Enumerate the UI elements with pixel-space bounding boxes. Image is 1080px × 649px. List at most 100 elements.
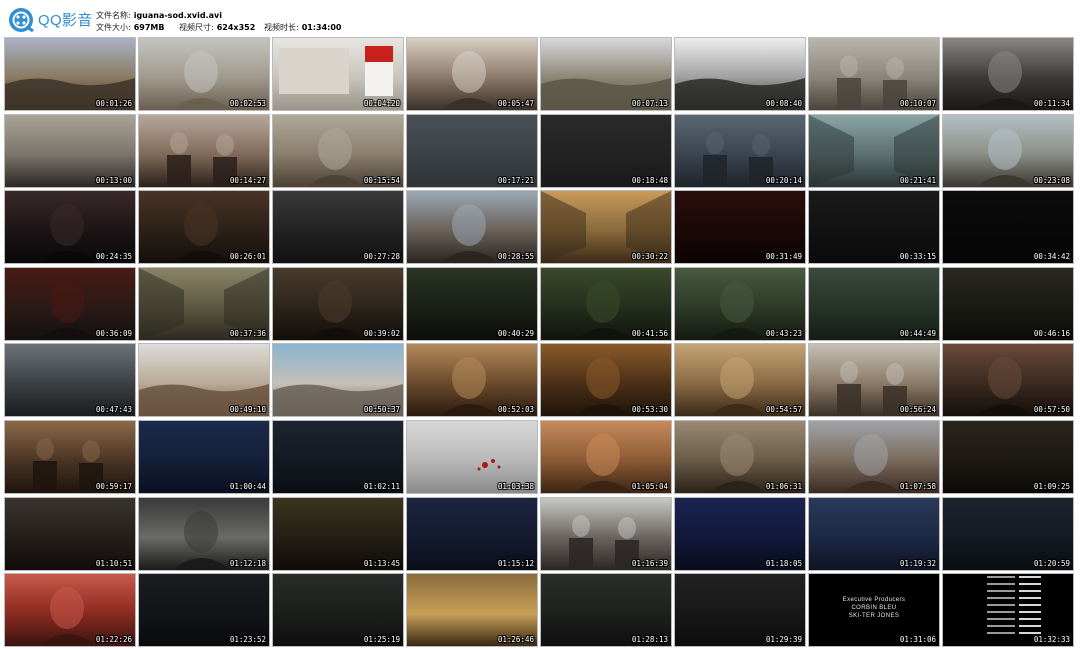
thumbnail-timestamp: 00:05:47: [497, 99, 534, 108]
thumbnail-grid: 00:01:26 00:02:53 00:04:20 00:05:47 00:0…: [5, 38, 1075, 646]
thumbnail-timestamp: 01:22:26: [95, 635, 132, 644]
thumbnail-timestamp: 00:17:21: [497, 176, 534, 185]
thumbnail-timestamp: 01:06:31: [765, 482, 802, 491]
thumbnail-timestamp: 00:28:55: [497, 252, 534, 261]
video-thumbnail: 00:04:20: [273, 38, 403, 110]
header: QQ影音 文件名称: iguana-sod.xvid.avi 文件大小: 697MB…: [0, 0, 1080, 36]
credits-line: [973, 625, 1063, 632]
video-thumbnail: 01:09:25: [943, 421, 1073, 493]
video-thumbnail: 00:14:27: [139, 115, 269, 187]
thumbnail-timestamp: 00:02:53: [229, 99, 266, 108]
file-size-info: 文件大小: 697MB: [96, 23, 165, 32]
thumbnail-timestamp: 01:32:33: [1033, 635, 1070, 644]
video-thumbnail: 00:59:17: [5, 421, 135, 493]
video-thumbnail: 00:28:55: [407, 191, 537, 263]
video-thumbnail: 01:20:59: [943, 498, 1073, 570]
video-thumbnail: 01:03:38: [407, 421, 537, 493]
credits-heading: Executive Producers: [842, 597, 906, 603]
video-thumbnail: 00:41:56: [541, 268, 671, 340]
video-thumbnail: 00:33:15: [809, 191, 939, 263]
video-thumbnail: 00:23:08: [943, 115, 1073, 187]
video-thumbnail: 00:37:36: [139, 268, 269, 340]
video-thumbnail: 00:56:24: [809, 344, 939, 416]
thumbnail-timestamp: 01:02:11: [363, 482, 400, 491]
video-thumbnail: 00:07:13: [541, 38, 671, 110]
thumbnail-timestamp: 01:23:52: [229, 635, 266, 644]
thumbnail-timestamp: 00:26:01: [229, 252, 266, 261]
video-thumbnail: 00:30:22: [541, 191, 671, 263]
thumbnail-timestamp: 00:40:29: [497, 329, 534, 338]
video-thumbnail: 00:05:47: [407, 38, 537, 110]
video-thumbnail: 00:24:35: [5, 191, 135, 263]
video-thumbnail: 00:43:23: [675, 268, 805, 340]
credits-line: [973, 576, 1063, 583]
credits-name: SKI-TER JONES: [848, 613, 900, 619]
video-thumbnail: 00:13:00: [5, 115, 135, 187]
thumbnail-timestamp: 00:52:03: [497, 405, 534, 414]
video-thumbnail: 00:27:28: [273, 191, 403, 263]
video-thumbnail: 00:53:30: [541, 344, 671, 416]
thumbnail-timestamp: 00:20:14: [765, 176, 802, 185]
thumbnail-timestamp: 00:46:16: [1033, 329, 1070, 338]
thumbnail-timestamp: 00:31:49: [765, 252, 802, 261]
video-thumbnail: 00:17:21: [407, 115, 537, 187]
thumbnail-timestamp: 00:50:37: [363, 405, 400, 414]
thumbnail-timestamp: 00:04:20: [363, 99, 400, 108]
video-thumbnail: 01:22:26: [5, 574, 135, 646]
video-thumbnail: 00:21:41: [809, 115, 939, 187]
video-thumbnail: 00:18:48: [541, 115, 671, 187]
thumbnail-timestamp: 00:01:26: [95, 99, 132, 108]
credits-line: [973, 604, 1063, 611]
video-thumbnail: 00:46:16: [943, 268, 1073, 340]
video-thumbnail: 00:52:03: [407, 344, 537, 416]
video-thumbnail: 00:15:54: [273, 115, 403, 187]
video-thumbnail: 01:07:58: [809, 421, 939, 493]
brand-name: QQ影音: [38, 12, 93, 29]
video-thumbnail: 00:49:10: [139, 344, 269, 416]
thumbnail-timestamp: 01:15:12: [497, 559, 534, 568]
thumbnail-timestamp: 01:20:59: [1033, 559, 1070, 568]
credits-line: [973, 583, 1063, 590]
thumbnail-timestamp: 00:10:07: [899, 99, 936, 108]
video-thumbnail: 01:26:46: [407, 574, 537, 646]
credits-line: [973, 597, 1063, 604]
thumbnail-timestamp: 01:25:19: [363, 635, 400, 644]
video-thumbnail: 00:31:49: [675, 191, 805, 263]
thumbnail-timestamp: 00:39:02: [363, 329, 400, 338]
thumbnail-timestamp: 00:08:40: [765, 99, 802, 108]
thumbnail-timestamp: 01:10:51: [95, 559, 132, 568]
thumbnail-timestamp: 00:47:43: [95, 405, 132, 414]
video-thumbnail: 01:10:51: [5, 498, 135, 570]
dimensions-info: 视频尺寸: 624x352: [179, 23, 256, 32]
thumbnail-timestamp: 01:00:44: [229, 482, 266, 491]
thumbnail-timestamp: 01:13:45: [363, 559, 400, 568]
video-thumbnail: 00:08:40: [675, 38, 805, 110]
video-thumbnail: 01:23:52: [139, 574, 269, 646]
thumbnail-timestamp: 01:05:04: [631, 482, 668, 491]
video-thumbnail: 00:34:42: [943, 191, 1073, 263]
video-thumbnail: 00:20:14: [675, 115, 805, 187]
thumbnail-timestamp: 00:21:41: [899, 176, 936, 185]
video-thumbnail: 00:36:09: [5, 268, 135, 340]
thumbnail-timestamp: 01:26:46: [497, 635, 534, 644]
video-thumbnail: Executive Producers CORBIN BLEU SKI-TER JO…: [809, 574, 939, 646]
video-thumbnail: 01:28:13: [541, 574, 671, 646]
video-thumbnail: 00:01:26: [5, 38, 135, 110]
thumbnail-timestamp: 00:15:54: [363, 176, 400, 185]
thumbnail-timestamp: 00:34:42: [1033, 252, 1070, 261]
thumbnail-timestamp: 00:07:13: [631, 99, 668, 108]
video-thumbnail: 01:06:31: [675, 421, 805, 493]
thumbnail-timestamp: 00:23:08: [1033, 176, 1070, 185]
video-thumbnail: 01:13:45: [273, 498, 403, 570]
thumbnail-timestamp: 00:14:27: [229, 176, 266, 185]
credits-line: [973, 611, 1063, 618]
video-thumbnail: 01:25:19: [273, 574, 403, 646]
thumbnail-timestamp: 00:43:23: [765, 329, 802, 338]
video-thumbnail: 01:12:18: [139, 498, 269, 570]
thumbnail-timestamp: 01:16:39: [631, 559, 668, 568]
thumbnail-timestamp: 00:13:00: [95, 176, 132, 185]
thumbnail-timestamp: 01:18:05: [765, 559, 802, 568]
video-thumbnail: 00:10:07: [809, 38, 939, 110]
video-thumbnail: 01:29:39: [675, 574, 805, 646]
video-thumbnail: 00:11:34: [943, 38, 1073, 110]
